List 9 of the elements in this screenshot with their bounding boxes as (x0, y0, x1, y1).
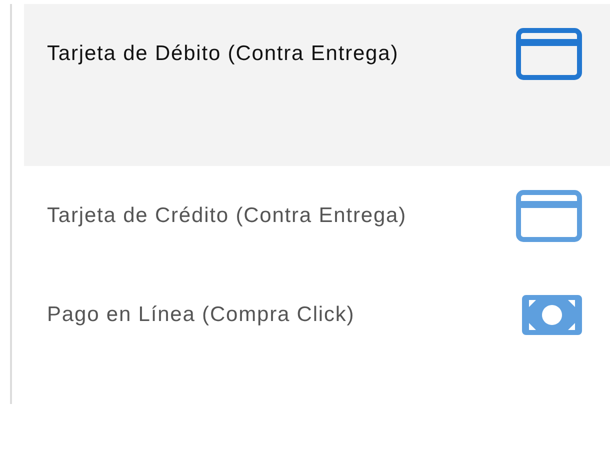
payment-option[interactable]: Pago en Línea (Compra Click) (24, 265, 610, 364)
banknote-icon (522, 295, 582, 335)
payment-option[interactable]: Tarjeta de Débito (Contra Entrega) (24, 4, 610, 166)
credit-card-icon (516, 190, 582, 242)
option-label: Pago en Línea (Compra Click) (47, 302, 356, 328)
credit-card-icon (516, 28, 582, 80)
payment-option[interactable]: Tarjeta de Crédito (Contra Entrega) (24, 166, 610, 265)
option-label: Tarjeta de Débito (Contra Entrega) (47, 41, 400, 67)
option-label: Tarjeta de Crédito (Contra Entrega) (47, 203, 408, 229)
